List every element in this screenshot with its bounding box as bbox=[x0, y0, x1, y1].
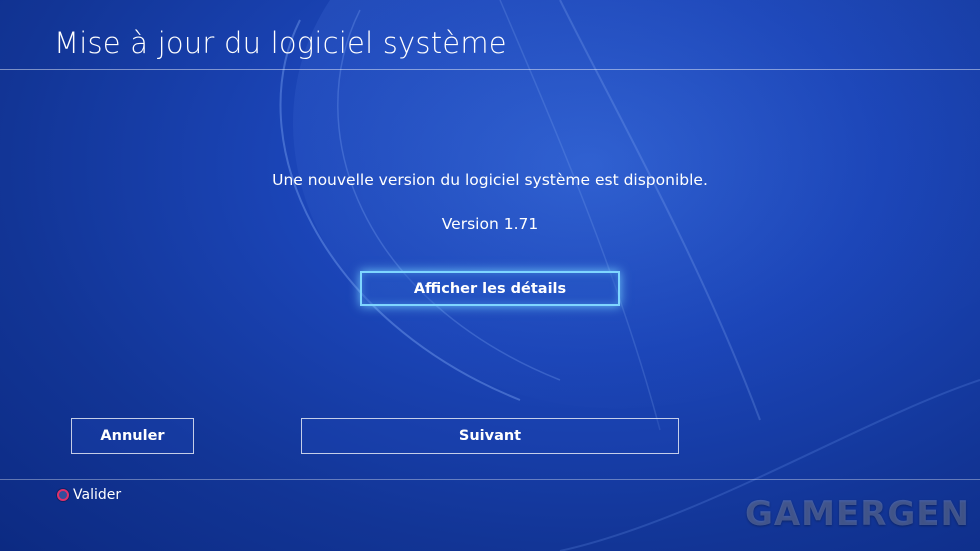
header-divider bbox=[0, 69, 980, 70]
view-details-label: Afficher les détails bbox=[413, 280, 567, 297]
confirm-hint-label: Valider bbox=[73, 487, 122, 503]
watermark-logo: GAMERGEN bbox=[744, 494, 970, 534]
version-label: Version 1.71 bbox=[441, 215, 539, 233]
next-label: Suivant bbox=[458, 428, 522, 444]
footer-divider bbox=[0, 479, 980, 480]
cancel-button[interactable]: Annuler bbox=[71, 418, 194, 454]
cancel-label: Annuler bbox=[100, 428, 165, 444]
circle-button-icon bbox=[57, 489, 69, 501]
view-details-button[interactable]: Afficher les détails bbox=[360, 271, 620, 306]
confirm-hint: Valider bbox=[57, 487, 121, 503]
page-title: Mise à jour du logiciel système bbox=[54, 26, 507, 60]
next-button[interactable]: Suivant bbox=[301, 418, 679, 454]
update-message: Une nouvelle version du logiciel système… bbox=[272, 171, 708, 189]
